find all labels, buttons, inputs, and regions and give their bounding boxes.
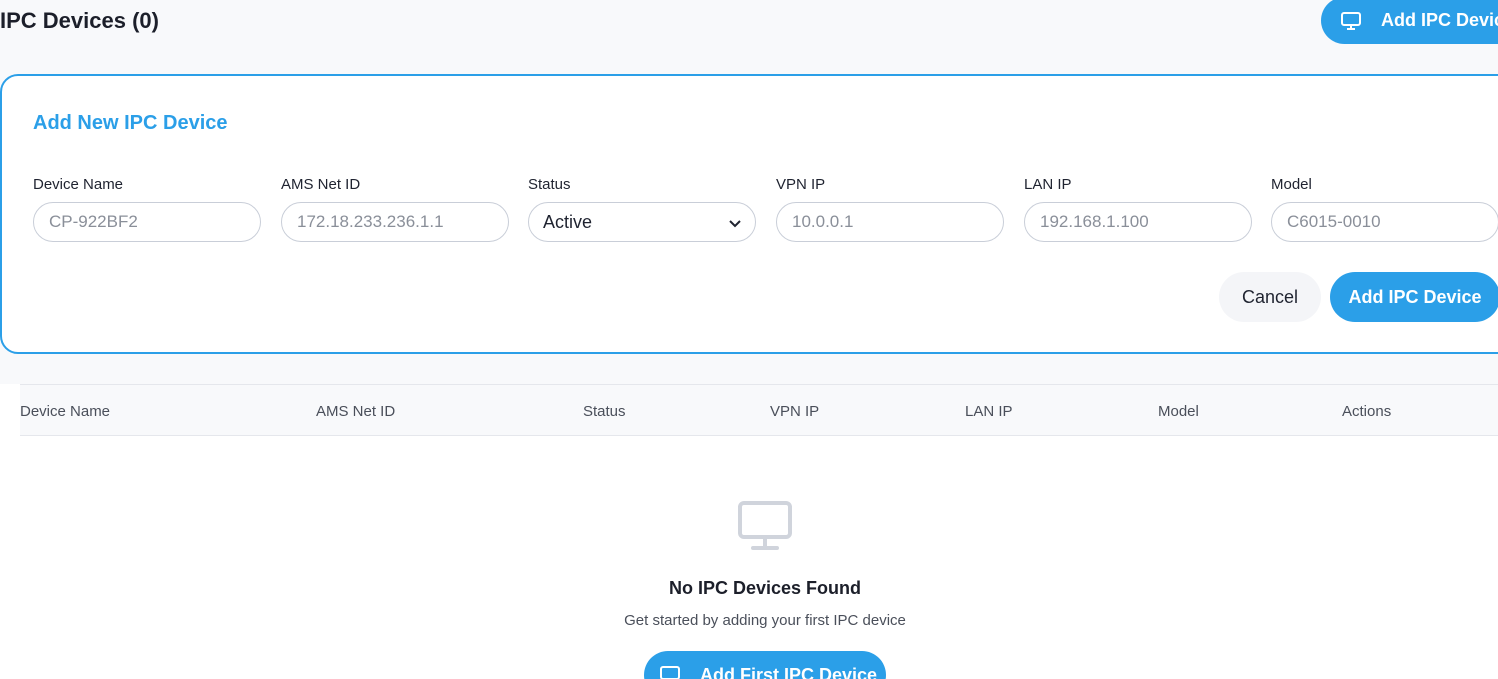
- model-label: Model: [1271, 176, 1312, 193]
- page-title: IPC Devices (0): [0, 8, 159, 33]
- lan-ip-input[interactable]: [1024, 202, 1252, 242]
- status-field-group: Status Active: [528, 176, 756, 242]
- empty-state-title: No IPC Devices Found: [668, 578, 862, 598]
- status-select[interactable]: Active: [528, 202, 756, 242]
- model-field-group: Model: [1271, 176, 1498, 242]
- empty-monitor-icon: [737, 500, 793, 557]
- ams-net-id-input[interactable]: [281, 202, 509, 242]
- devices-table: Device Name AMS Net ID Status VPN IP LAN…: [0, 384, 1498, 679]
- vpn-ip-input[interactable]: [776, 202, 1004, 242]
- column-header-actions: Actions: [1342, 403, 1392, 420]
- empty-state-subtitle: Get started by adding your first IPC dev…: [624, 612, 906, 629]
- column-header-device-name[interactable]: Device Name: [20, 403, 110, 420]
- device-name-label: Device Name: [33, 176, 124, 193]
- column-header-vpn-ip[interactable]: VPN IP: [770, 403, 819, 420]
- monitor-icon: [1341, 11, 1361, 30]
- ams-net-id-field-group: AMS Net ID: [281, 176, 509, 242]
- column-header-model[interactable]: Model: [1158, 403, 1199, 420]
- model-input[interactable]: [1271, 202, 1498, 242]
- chevron-down-icon: [729, 212, 741, 233]
- add-device-form: Add New IPC Device Device Name AMS Net I…: [0, 74, 1498, 354]
- vpn-ip-label: VPN IP: [776, 176, 826, 193]
- lan-ip-label: LAN IP: [1024, 176, 1072, 193]
- header-add-ipc-device-button[interactable]: Add IPC Device: [1321, 0, 1498, 44]
- status-label: Status: [528, 176, 571, 193]
- column-header-status[interactable]: Status: [583, 403, 626, 420]
- device-name-field-group: Device Name: [33, 176, 261, 242]
- table-header: Device Name AMS Net ID Status VPN IP LAN…: [20, 384, 1498, 436]
- form-title: Add New IPC Device: [33, 112, 228, 134]
- column-header-lan-ip[interactable]: LAN IP: [965, 403, 1013, 420]
- status-select-value: Active: [543, 211, 593, 232]
- header-add-ipc-device-label: Add IPC Device: [1381, 10, 1498, 30]
- add-first-ipc-device-button[interactable]: Add First IPC Device: [644, 651, 886, 679]
- column-header-ams-net-id[interactable]: AMS Net ID: [316, 403, 395, 420]
- lan-ip-field-group: LAN IP: [1024, 176, 1252, 242]
- vpn-ip-field-group: VPN IP: [776, 176, 1004, 242]
- add-first-ipc-device-label: Add First IPC Device: [700, 664, 878, 679]
- device-name-input[interactable]: [33, 202, 261, 242]
- monitor-icon: [660, 666, 680, 679]
- cancel-button[interactable]: Cancel: [1219, 272, 1321, 322]
- ams-net-id-label: AMS Net ID: [281, 176, 361, 193]
- add-ipc-device-submit-button[interactable]: Add IPC Device: [1330, 272, 1498, 322]
